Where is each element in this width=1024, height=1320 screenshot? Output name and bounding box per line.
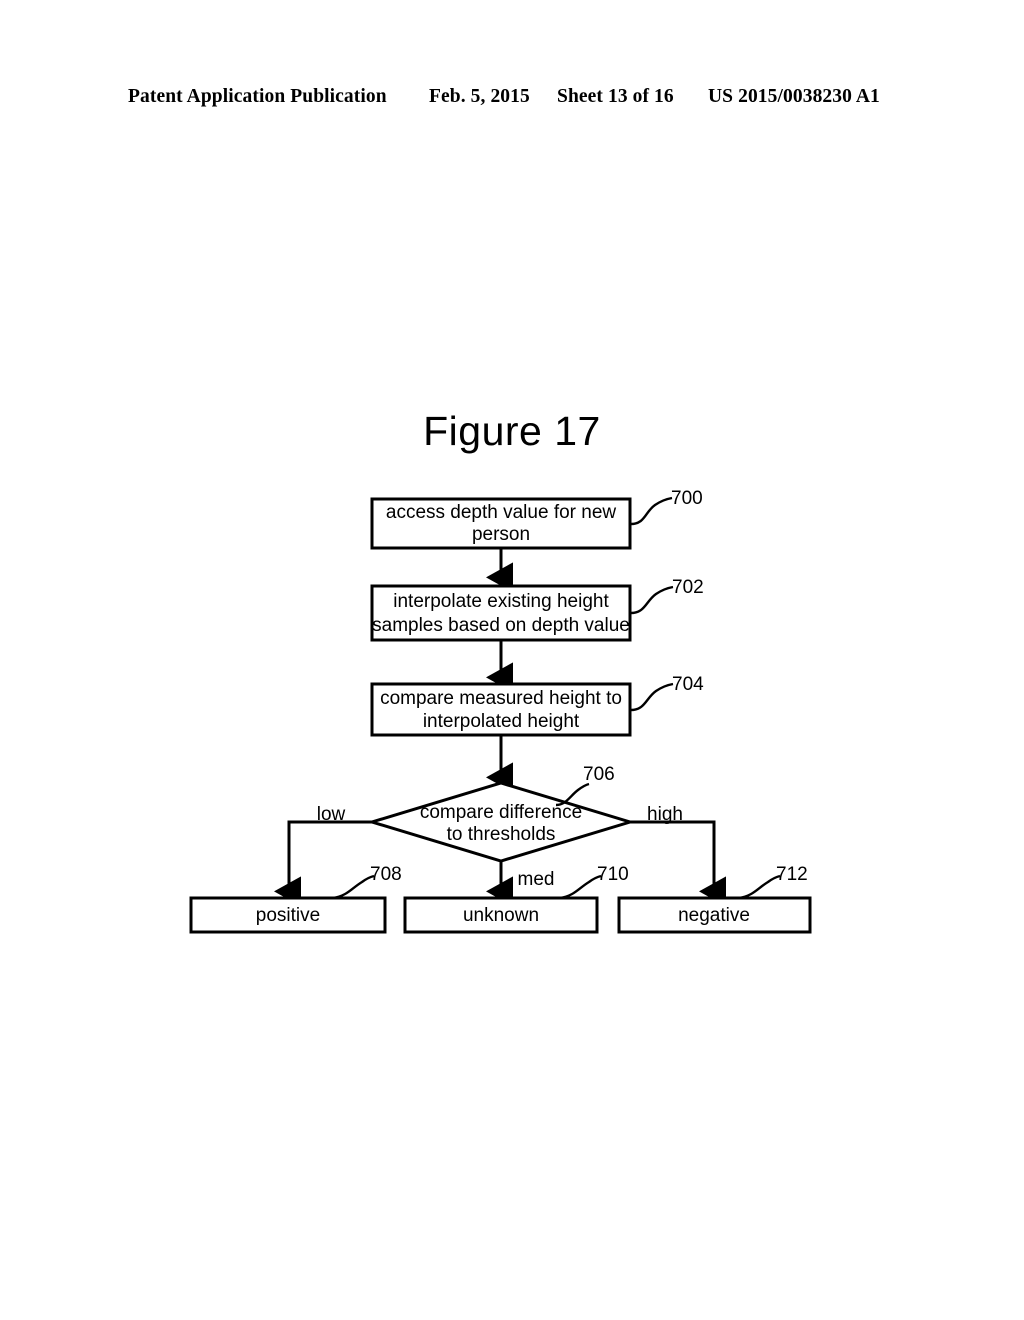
node-700-leader-line (630, 496, 673, 526)
edge-label-med: med (518, 869, 555, 890)
node-706-line-2: to thresholds (447, 824, 556, 845)
node-708-label: positive (256, 905, 320, 926)
node-702-line-1: interpolate existing height (393, 591, 609, 612)
node-702-ref-number: 702 (672, 577, 704, 598)
node-700-line-1: access depth value for new (386, 502, 617, 523)
flow-node-702: interpolate existing height samples base… (370, 577, 704, 642)
node-712-leader-line (738, 874, 781, 900)
flow-node-704: compare measured height to interpolated … (370, 674, 704, 737)
edge-label-low: low (317, 804, 346, 825)
node-704-line-1: compare measured height to (380, 688, 622, 709)
node-706-ref-number: 706 (583, 764, 615, 785)
flow-node-706: compare difference to thresholds 706 (366, 764, 636, 863)
node-710-label: unknown (463, 905, 539, 926)
edge-label-high: high (647, 804, 683, 825)
node-704-ref-number: 704 (672, 674, 704, 695)
node-708-leader-line (332, 874, 375, 900)
connector-706-to-712-high (630, 820, 726, 907)
node-712-ref-number: 712 (776, 864, 808, 885)
flow-node-708: positive 708 (189, 864, 402, 934)
node-704-line-2: interpolated height (423, 711, 580, 732)
node-702-leader-line (630, 585, 674, 615)
node-702-line-2: samples based on depth value (372, 615, 630, 636)
connector-706-to-708-low (274, 820, 372, 907)
node-712-label: negative (678, 905, 750, 926)
flowchart-diagram: access depth value for new person 700 in… (189, 488, 812, 934)
flow-node-700: access depth value for new person 700 (370, 488, 703, 550)
node-700-ref-number: 700 (671, 488, 703, 509)
node-710-leader-line (559, 874, 602, 900)
patent-figure-page: Patent Application Publication Feb. 5, 2… (0, 0, 1024, 1320)
node-704-leader-line (630, 682, 674, 712)
node-708-ref-number: 708 (370, 864, 402, 885)
node-700-line-2: person (472, 524, 530, 545)
node-710-ref-number: 710 (597, 864, 629, 885)
